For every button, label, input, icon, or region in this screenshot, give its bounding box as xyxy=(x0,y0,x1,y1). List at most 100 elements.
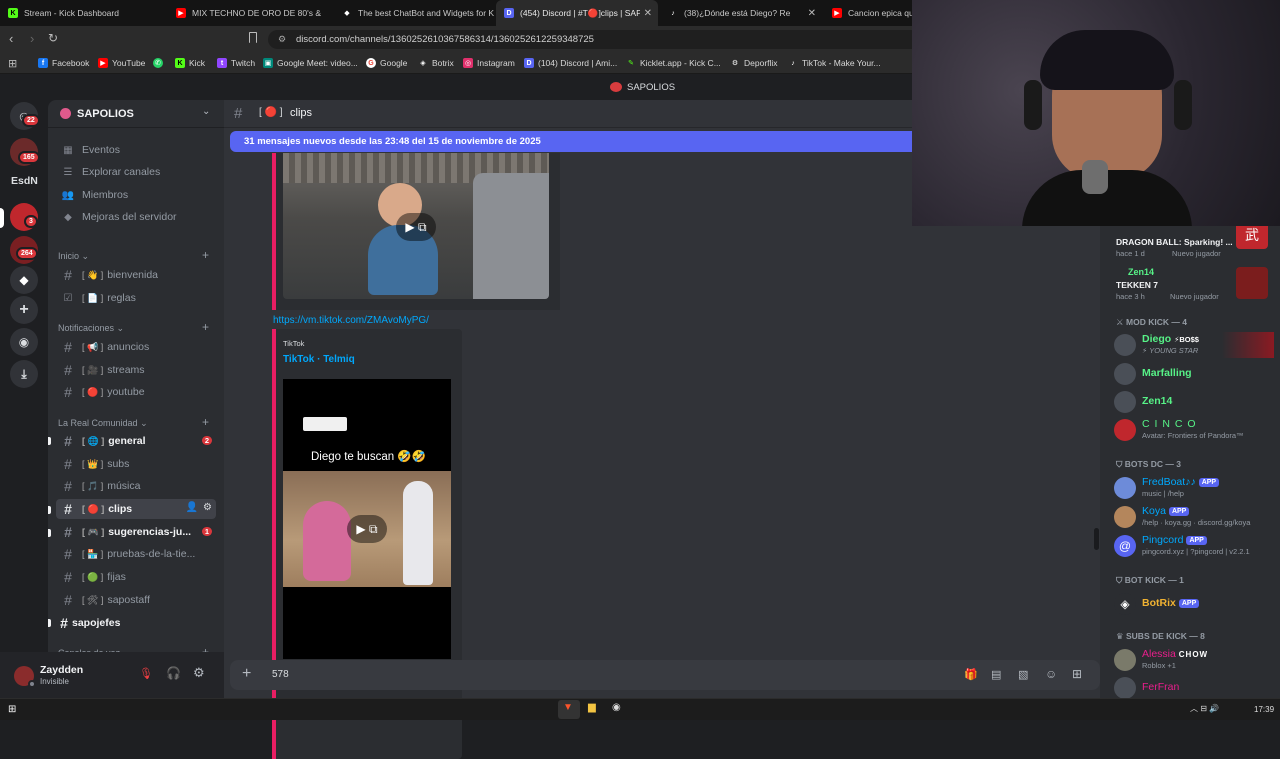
channel-subs[interactable]: # [ 👑 ] subs xyxy=(56,454,216,474)
member-item[interactable]: Zen14 xyxy=(1112,389,1272,415)
settings-gear-icon[interactable]: ⚙ xyxy=(193,665,205,681)
member-item[interactable]: FredBoat♪♪ APP music | /help xyxy=(1112,475,1272,501)
windows-start-icon[interactable]: ⊞ xyxy=(8,704,16,715)
add-channel-icon[interactable]: + xyxy=(202,320,209,334)
channel-youtube[interactable]: # [ 🔴 ] youtube xyxy=(56,382,216,402)
file-explorer-icon[interactable]: ▆ xyxy=(588,702,596,713)
add-attachment-icon[interactable]: + xyxy=(242,665,251,683)
bookmark-google[interactable]: G Google xyxy=(366,52,407,74)
download-icon[interactable]: ⤓ xyxy=(10,360,38,388)
reload-icon[interactable]: ↻ xyxy=(48,31,58,45)
url-bar[interactable]: ⚙ discord.com/channels/13602526103675863… xyxy=(268,30,928,49)
back-icon[interactable]: ‹ xyxy=(9,31,13,46)
member-item[interactable]: Diego ⚡BO$$ ⚡ YOUNG STAR xyxy=(1112,332,1274,358)
headphones-icon[interactable]: 🎧 xyxy=(166,666,181,680)
member-item[interactable]: Koya APP/help · koya.gg · discord.gg/koya xyxy=(1112,504,1272,530)
bookmark-twitch[interactable]: t Twitch xyxy=(217,52,255,74)
channel-fijas[interactable]: # [ 🟢 ] fijas xyxy=(56,567,216,587)
apps-grid-icon[interactable]: ⊞ xyxy=(8,57,17,70)
explore-icon[interactable]: ◉ xyxy=(10,328,38,356)
headphone-right xyxy=(1174,80,1192,130)
browser-tab[interactable]: K Stream - Kick Dashboard xyxy=(0,0,168,26)
message-link[interactable]: https://vm.tiktok.com/ZMAvoMyPG/ xyxy=(273,315,429,326)
server-label[interactable]: EsdN xyxy=(11,175,38,187)
category-inicio[interactable]: Inicio ⌄ xyxy=(58,251,89,262)
channel-musica[interactable]: # [ 🎵 ] música xyxy=(56,476,216,496)
username[interactable]: Zaydden xyxy=(40,664,83,676)
bookmark-instagram[interactable]: ◎ Instagram xyxy=(463,52,515,74)
browser-tab[interactable]: ♪ (38)¿Dónde está Diego? Re ✕ xyxy=(660,0,822,26)
bookmark-facebook[interactable]: f Facebook xyxy=(38,52,89,74)
category-notificaciones[interactable]: Notificaciones ⌄ xyxy=(58,323,124,334)
new-messages-banner[interactable]: 31 mensajes nuevos desde las 23:48 del 1… xyxy=(230,131,918,152)
embed-title[interactable]: TikTok · Telmiq xyxy=(283,354,355,365)
channel-sapostaff[interactable]: # [ 🛠 ] sapostaff xyxy=(56,590,216,610)
play-icon[interactable]: ▶ ⧉ xyxy=(347,515,387,543)
message-input[interactable]: 578 xyxy=(272,669,289,680)
member-item[interactable]: Alessia CHOW Roblox +1 xyxy=(1112,647,1272,673)
bookmark-botrix[interactable]: ◈ Botrix xyxy=(418,52,453,74)
bookmark-kicklet[interactable]: ✎ Kicklet.app - Kick C... xyxy=(626,52,721,74)
menu-mejoras[interactable]: ◆ Mejoras del servidor xyxy=(56,207,216,227)
bookmark-icon[interactable] xyxy=(249,32,257,43)
activity-card[interactable]: DRAGON BALL: Sparking! ... hace 1 d Nuev… xyxy=(1112,221,1272,261)
browser-tab[interactable]: ▶ MIX TECHNO DE ORO DE 80's & xyxy=(168,0,334,26)
category-la-real-comunidad[interactable]: La Real Comunidad ⌄ xyxy=(58,418,148,429)
tiktok-video[interactable]: Diego te buscan 🤣🤣 ▶ ⧉ xyxy=(283,379,451,659)
play-icon[interactable]: ▶ ⧉ xyxy=(396,213,436,241)
forward-icon[interactable]: › xyxy=(30,31,34,46)
member-item[interactable]: @ Pingcord APP pingcord.xyz | ?pingcord | v… xyxy=(1112,533,1272,559)
channel-sugerencias[interactable]: # [ 🎮 ] sugerencias-ju... 1 xyxy=(56,522,216,542)
activity-game: DRAGON BALL: Sparking! ... xyxy=(1116,237,1233,247)
close-tab-icon[interactable]: ✕ xyxy=(644,8,652,19)
browser-tab[interactable]: ◆ The best ChatBot and Widgets for Ki xyxy=(334,0,494,26)
member-item[interactable]: Marfalling xyxy=(1112,361,1272,387)
chevron-down-icon[interactable]: ⌄ xyxy=(202,106,210,117)
bookmark-tiktok[interactable]: ♪ TikTok - Make Your... xyxy=(788,52,880,74)
server-header[interactable]: SAPOLIOS ⌄ xyxy=(48,100,224,128)
invite-icon[interactable]: 👤 xyxy=(186,502,198,513)
apps-icon[interactable]: ⊞ xyxy=(1072,667,1082,681)
gift-icon[interactable]: 🎁 xyxy=(964,668,978,681)
browser-tab-active[interactable]: D (454) Discord | #T🔴]clips | SAP ✕ xyxy=(496,0,658,26)
channel-clips-selected[interactable]: # [ 🔴 ] clips 👤 ⚙ xyxy=(56,499,216,519)
channel-bienvenida[interactable]: # [ 👋 ] bienvenida xyxy=(56,265,216,285)
discover-icon[interactable]: ◆ xyxy=(10,266,38,294)
channel-streams[interactable]: # [ 🎥 ] streams xyxy=(56,360,216,380)
menu-miembros[interactable]: 👥 Miembros xyxy=(56,185,216,205)
channel-sapojefes[interactable]: # sapojefes xyxy=(56,613,216,633)
video-thumbnail[interactable]: ▶ ⧉ xyxy=(283,153,549,299)
add-server-icon[interactable]: + xyxy=(10,296,38,324)
obs-icon[interactable]: ◉ xyxy=(612,702,621,713)
clock[interactable]: 17:39 xyxy=(1254,705,1274,714)
close-tab-icon[interactable]: ✕ xyxy=(808,8,816,19)
channel-pruebas[interactable]: # [ 🏪 ] pruebas-de-la-tie... xyxy=(56,544,216,564)
bookmark-kick[interactable]: K Kick xyxy=(175,52,205,74)
mic-muted-icon[interactable]: 🎙 xyxy=(139,667,153,680)
brave-browser-icon[interactable]: ▼ xyxy=(563,702,573,713)
bookmark-youtube[interactable]: ▶ YouTube xyxy=(98,52,145,74)
bookmark-google-meet[interactable]: ▣ Google Meet: video... xyxy=(263,52,358,74)
menu-explorar-canales[interactable]: ☰ Explorar canales xyxy=(56,162,216,182)
tray-icons[interactable]: ︿ ⊟ 🔊 xyxy=(1190,703,1219,714)
gear-icon[interactable]: ⚙ xyxy=(203,502,212,513)
member-item[interactable]: C I N C O Avatar: Frontiers of Pandora™ xyxy=(1112,417,1272,443)
add-channel-icon[interactable]: + xyxy=(202,248,209,262)
menu-eventos[interactable]: ▦ Eventos xyxy=(56,140,216,160)
bookmark-discord[interactable]: D (104) Discord | Ami... xyxy=(524,52,617,74)
scrollbar-thumb[interactable] xyxy=(1094,528,1099,550)
gif-icon[interactable]: ▤ xyxy=(991,668,1001,681)
add-channel-icon[interactable]: + xyxy=(202,415,209,429)
bookmark-whatsapp[interactable]: ✆ xyxy=(153,52,167,74)
channel-reglas[interactable]: ☑ [ 📄 ] reglas xyxy=(56,288,216,308)
channel-general[interactable]: # [ 🌐 ] general 2 xyxy=(56,431,216,451)
site-info-icon[interactable]: ⚙ xyxy=(278,30,286,49)
channel-anuncios[interactable]: # [ 📢 ] anuncios xyxy=(56,337,216,357)
bookmark-deporflix[interactable]: ⚙ Deporflix xyxy=(730,52,778,74)
browser-tab[interactable]: ▶ Cancion epica que xyxy=(824,0,914,26)
sticker-icon[interactable]: ▧ xyxy=(1018,668,1028,681)
message-composer[interactable]: + 578 🎁 ▤ ▧ ☺ ⊞ xyxy=(230,660,1100,690)
emoji-icon[interactable]: ☺ xyxy=(1045,667,1057,681)
activity-card[interactable]: Zen14 TEKKEN 7 hace 3 h Nuevo jugador xyxy=(1112,265,1272,305)
member-item[interactable]: ◈ BotRix APP xyxy=(1112,591,1272,617)
